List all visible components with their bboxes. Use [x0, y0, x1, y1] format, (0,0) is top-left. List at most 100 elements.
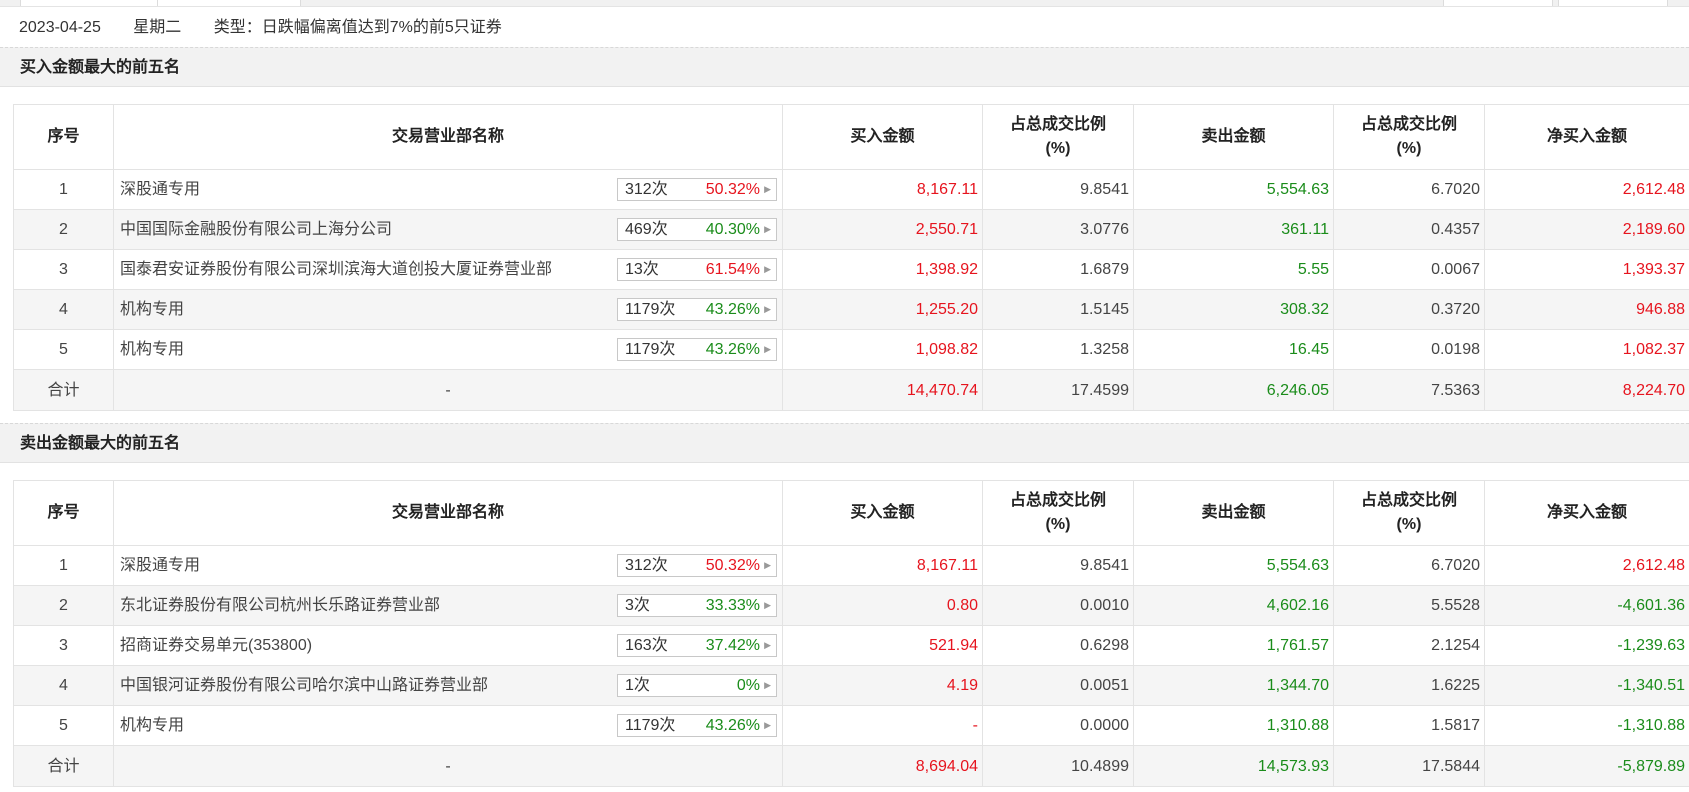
row-seq: 1	[13, 169, 114, 210]
dept-name-link[interactable]: 中国银河证券股份有限公司哈尔滨中山路证券营业部	[120, 667, 488, 705]
row-buy-amount: -	[782, 705, 983, 746]
row-buy-amount: 2,550.71	[782, 209, 983, 250]
dept-name-link[interactable]: 机构专用	[120, 331, 184, 369]
col-buy-ratio: 占总成交比例 (%)	[982, 480, 1134, 546]
table-row: 4 中国银河证券股份有限公司哈尔滨中山路证券营业部 1次 0% ▶ 4.19 0.0051 1…	[13, 665, 1689, 706]
listing-count: 1次	[625, 677, 650, 694]
row-sell-ratio: 0.3720	[1333, 289, 1485, 330]
row-seq: 3	[13, 625, 114, 666]
row-seq: 4	[13, 665, 114, 706]
rise-probability: 50.32%	[705, 557, 760, 574]
table-row: 5 机构专用 1179次 43.26% ▶ -0.0000 1,310.88 1.5817 -1…	[13, 705, 1689, 746]
dept-stats-badge[interactable]: 1次 0% ▶	[617, 674, 777, 697]
listing-count: 3次	[625, 597, 650, 614]
row-seq: 4	[13, 289, 114, 330]
date-text: 2023-04-25	[19, 19, 101, 36]
top-tab[interactable]	[1443, 0, 1553, 6]
triangle-right-icon: ▶	[764, 680, 771, 690]
dept-stats-badge[interactable]: 312次 50.32% ▶	[617, 554, 777, 577]
listing-count: 13次	[625, 261, 659, 278]
triangle-right-icon: ▶	[764, 600, 771, 610]
row-net-amount: 2,612.48	[1484, 169, 1689, 210]
col-sell: 卖出金额	[1133, 480, 1334, 546]
row-sell-ratio: 6.7020	[1333, 169, 1485, 210]
dept-stats-badge[interactable]: 469次 40.30% ▶	[617, 218, 777, 241]
rise-probability: 43.26%	[705, 301, 760, 318]
dept-name-link[interactable]: 东北证券股份有限公司杭州长乐路证券营业部	[120, 587, 440, 625]
row-net-amount: -1,340.51	[1484, 665, 1689, 706]
row-net-amount: -4,601.36	[1484, 585, 1689, 626]
row-seq: 5	[13, 705, 114, 746]
row-sell-amount: 361.11	[1133, 209, 1334, 250]
top-tab[interactable]	[20, 0, 164, 6]
col-ratio-line2: (%)	[1396, 516, 1422, 533]
total-sell-ratio: 7.5363	[1333, 369, 1485, 411]
row-sell-ratio: 6.7020	[1333, 545, 1485, 586]
dept-stats-badge[interactable]: 163次 37.42% ▶	[617, 634, 777, 657]
triangle-right-icon: ▶	[764, 224, 771, 234]
total-sell-ratio: 17.5844	[1333, 745, 1485, 787]
dept-stats-badge[interactable]: 1179次 43.26% ▶	[617, 714, 777, 737]
col-ratio-line2: (%)	[1045, 516, 1071, 533]
table-row: 2 东北证券股份有限公司杭州长乐路证券营业部 3次 33.33% ▶ 0.80 0.0010…	[13, 585, 1689, 626]
buy-section-title: 买入金额最大的前五名	[20, 59, 181, 76]
dept-name-link[interactable]: 深股通专用	[120, 547, 200, 585]
row-dept: 中国银河证券股份有限公司哈尔滨中山路证券营业部 1次 0% ▶	[113, 665, 783, 706]
row-dept: 国泰君安证券股份有限公司深圳滨海大道创投大厦证券营业部 13次 61.54% ▶	[113, 249, 783, 290]
rise-probability: 33.33%	[705, 597, 760, 614]
total-net-amount: 8,224.70	[1484, 369, 1689, 411]
row-seq: 2	[13, 209, 114, 250]
row-sell-amount: 1,761.57	[1133, 625, 1334, 666]
row-dept: 深股通专用 312次 50.32% ▶	[113, 169, 783, 210]
dept-name-link[interactable]: 招商证券交易单元(353800)	[120, 627, 312, 665]
row-sell-amount: 5,554.63	[1133, 545, 1334, 586]
row-sell-ratio: 1.5817	[1333, 705, 1485, 746]
weekday-text: 星期二	[133, 19, 182, 36]
top-tab[interactable]	[157, 0, 301, 6]
dept-name-link[interactable]: 国泰君安证券股份有限公司深圳滨海大道创投大厦证券营业部	[120, 251, 552, 289]
top-tab[interactable]	[1558, 0, 1668, 6]
row-seq: 1	[13, 545, 114, 586]
row-buy-ratio: 1.6879	[982, 249, 1134, 290]
row-sell-amount: 1,344.70	[1133, 665, 1334, 706]
dept-name-link[interactable]: 中国国际金融股份有限公司上海分公司	[120, 211, 392, 249]
row-buy-ratio: 0.0010	[982, 585, 1134, 626]
dept-stats-badge[interactable]: 1179次 43.26% ▶	[617, 298, 777, 321]
dept-stats-badge[interactable]: 13次 61.54% ▶	[617, 258, 777, 281]
triangle-right-icon: ▶	[764, 304, 771, 314]
sell-top5-table: 序号 交易营业部名称 买入金额 占总成交比例 (%) 卖出金额 占总成交比例 (%)…	[13, 480, 1689, 787]
rise-probability: 40.30%	[705, 221, 760, 238]
dept-stats-badge[interactable]: 3次 33.33% ▶	[617, 594, 777, 617]
triangle-right-icon: ▶	[764, 720, 771, 730]
row-buy-ratio: 0.6298	[982, 625, 1134, 666]
row-dept: 招商证券交易单元(353800) 163次 37.42% ▶	[113, 625, 783, 666]
info-line: 2023-04-25 星期二 类型：日跌幅偏离值达到7%的前5只证券	[19, 16, 530, 40]
row-dept: 中国国际金融股份有限公司上海分公司 469次 40.30% ▶	[113, 209, 783, 250]
dept-name-link[interactable]: 机构专用	[120, 291, 184, 329]
total-net-amount: -5,879.89	[1484, 745, 1689, 787]
row-buy-amount: 1,398.92	[782, 249, 983, 290]
triangle-right-icon: ▶	[764, 640, 771, 650]
table-row: 2 中国国际金融股份有限公司上海分公司 469次 40.30% ▶ 2,550.71 3.0…	[13, 209, 1689, 250]
dept-stats-badge[interactable]: 1179次 43.26% ▶	[617, 338, 777, 361]
rise-probability: 0%	[736, 677, 760, 694]
dept-name-link[interactable]: 深股通专用	[120, 171, 200, 209]
row-dept: 东北证券股份有限公司杭州长乐路证券营业部 3次 33.33% ▶	[113, 585, 783, 626]
col-sell-ratio: 占总成交比例 (%)	[1333, 104, 1485, 170]
row-buy-ratio: 9.8541	[982, 545, 1134, 586]
row-sell-ratio: 0.0198	[1333, 329, 1485, 370]
total-buy-ratio: 10.4899	[982, 745, 1134, 787]
row-seq: 3	[13, 249, 114, 290]
col-seq: 序号	[13, 104, 114, 170]
row-buy-ratio: 9.8541	[982, 169, 1134, 210]
row-buy-amount: 8,167.11	[782, 169, 983, 210]
col-buy: 买入金额	[782, 480, 983, 546]
total-sell-amount: 14,573.93	[1133, 745, 1334, 787]
header-row: 序号 交易营业部名称 买入金额 占总成交比例 (%) 卖出金额 占总成交比例 (%)…	[13, 104, 1689, 170]
dept-stats-badge[interactable]: 312次 50.32% ▶	[617, 178, 777, 201]
dept-name-link[interactable]: 机构专用	[120, 707, 184, 745]
row-net-amount: -1,310.88	[1484, 705, 1689, 746]
total-row: 合计 -14,470.74 17.4599 6,246.05 7.5363 8,224.7…	[13, 369, 1689, 411]
row-dept: 机构专用 1179次 43.26% ▶	[113, 705, 783, 746]
triangle-right-icon: ▶	[764, 184, 771, 194]
